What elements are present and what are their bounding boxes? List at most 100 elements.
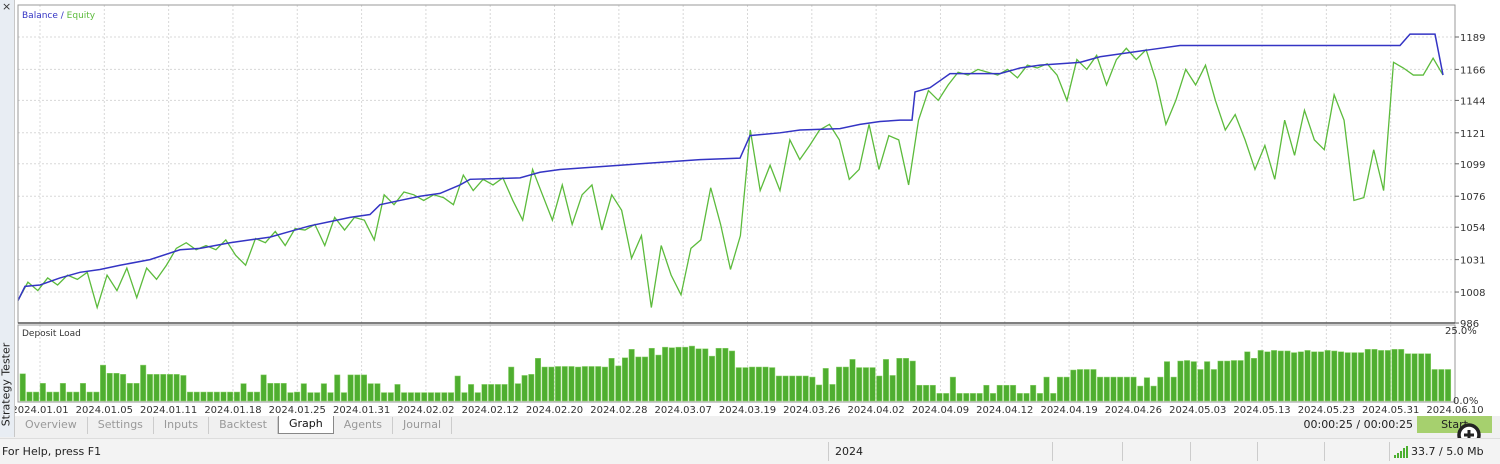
deposit-load-bar (73, 391, 80, 402)
tab-agents[interactable]: Agents (334, 417, 394, 434)
deposit-load-bar (615, 365, 622, 402)
deposit-load-bar (682, 346, 689, 402)
deposit-load-bar (193, 391, 200, 402)
deposit-load-bar (976, 393, 983, 402)
deposit-load-bar (1217, 360, 1224, 402)
strategy-tester-graph: 1189116611441121109910761054103110089862… (15, 0, 1500, 416)
deposit-load-bar (334, 374, 341, 402)
deposit-load-bar (635, 356, 642, 402)
deposit-load-bar (1277, 350, 1284, 402)
deposit-load-bar (26, 391, 33, 402)
deposit-load-bar (936, 393, 943, 402)
tab-backtest[interactable]: Backtest (209, 417, 278, 434)
deposit-load-bar (180, 375, 187, 402)
deposit-load-bar (1190, 361, 1197, 402)
deposit-load-bar (668, 347, 675, 402)
deposit-load-bar (856, 367, 863, 402)
connection-signal-icon (1394, 446, 1408, 458)
deposit-load-bar (1150, 385, 1157, 402)
deposit-load-bar (601, 366, 608, 402)
deposit-load-bar (340, 392, 347, 402)
deposit-load-bar (314, 392, 321, 402)
deposit-load-bar (648, 347, 655, 402)
close-panel-button[interactable]: × (2, 1, 11, 12)
deposit-load-bar (274, 383, 281, 402)
deposit-load-bar (1063, 376, 1070, 402)
deposit-load-bar (160, 374, 167, 402)
deposit-load-bar (381, 392, 388, 402)
deposit-load-bar (1123, 376, 1130, 402)
deposit-load-bar (1351, 352, 1358, 402)
deposit-load-bar (1224, 360, 1231, 402)
y-tick-label: 1008 (1460, 288, 1485, 299)
tab-overview[interactable]: Overview (15, 417, 88, 434)
deposit-load-bar (1036, 393, 1043, 402)
deposit-load-bar (1110, 376, 1117, 402)
deposit-load-bar (1358, 352, 1365, 402)
deposit-load-bar (53, 391, 60, 402)
deposit-load-bar (702, 348, 709, 402)
deposit-load-bar (1130, 376, 1137, 402)
y-tick-label: 1166 (1460, 65, 1485, 76)
deposit-load-bar (1431, 369, 1438, 402)
deposit-load-bar (1197, 369, 1204, 402)
deposit-load-bar (1291, 352, 1298, 402)
deposit-load-bar (448, 392, 455, 402)
deposit-load-bar (320, 383, 327, 402)
deposit-load-bar (688, 345, 695, 402)
deposit-load-bar (1204, 361, 1211, 402)
deposit-load-bar (247, 391, 254, 402)
deposit-load-bar (1164, 361, 1171, 402)
tab-graph[interactable]: Graph (277, 416, 334, 434)
deposit-load-bar (140, 364, 147, 402)
deposit-load-bar (488, 384, 495, 402)
deposit-load-bar (1103, 376, 1110, 402)
deposit-load-bar (220, 391, 227, 402)
deposit-load-bar (595, 366, 602, 402)
deposit-load-bar (1016, 393, 1023, 402)
tab-settings[interactable]: Settings (88, 417, 154, 434)
deposit-load-bar (361, 374, 368, 402)
deposit-load-bar (166, 374, 173, 402)
x-tick-label: 2024.03.19 (719, 405, 776, 416)
deposit-load-bar (113, 373, 120, 402)
deposit-load-bar (916, 384, 923, 402)
deposit-load-bar (213, 391, 220, 402)
deposit-load-bar (1157, 376, 1164, 402)
deposit-load-bar (1251, 358, 1257, 402)
deposit-load-bar (782, 375, 789, 402)
deposit-load-bar (735, 367, 742, 402)
elapsed-timer: 00:00:25 / 00:00:25 (1303, 418, 1413, 431)
deposit-load-bar (1391, 349, 1398, 402)
deposit-load-bar (387, 392, 394, 402)
deposit-load-bar (106, 373, 113, 402)
deposit-load-bar (876, 375, 883, 402)
panel-title: Strategy Tester (0, 342, 13, 427)
y-tick-label: 1099 (1460, 160, 1485, 171)
deposit-load-bar (1317, 351, 1324, 402)
deposit-y-max-label: 25.0% (1445, 326, 1477, 337)
deposit-load-bar (1170, 376, 1177, 402)
deposit-load-bar (561, 366, 568, 402)
deposit-load-bar (896, 358, 903, 402)
x-tick-label: 2024.01.25 (269, 405, 326, 416)
x-tick-label: 2024.04.02 (848, 405, 905, 416)
deposit-load-bar (294, 391, 301, 402)
deposit-load-bar (1077, 369, 1084, 402)
deposit-load-bar (575, 366, 582, 402)
deposit-load-bar (227, 391, 234, 402)
deposit-load-bar (1438, 369, 1445, 402)
x-tick-label: 2024.05.03 (1169, 405, 1226, 416)
deposit-load-bar (949, 376, 956, 402)
deposit-load-bar (1030, 384, 1037, 402)
deposit-load-bar (1184, 360, 1191, 402)
deposit-load-bar (1237, 360, 1244, 402)
tab-inputs[interactable]: Inputs (154, 417, 210, 434)
deposit-load-bar (233, 391, 240, 402)
deposit-load-bar (374, 383, 381, 402)
tab-journal[interactable]: Journal (393, 417, 453, 434)
x-tick-label: 2024.05.23 (1298, 405, 1355, 416)
deposit-load-bar (1344, 352, 1351, 402)
x-tick-label: 2024.02.02 (397, 405, 454, 416)
deposit-load-bar (514, 383, 521, 402)
